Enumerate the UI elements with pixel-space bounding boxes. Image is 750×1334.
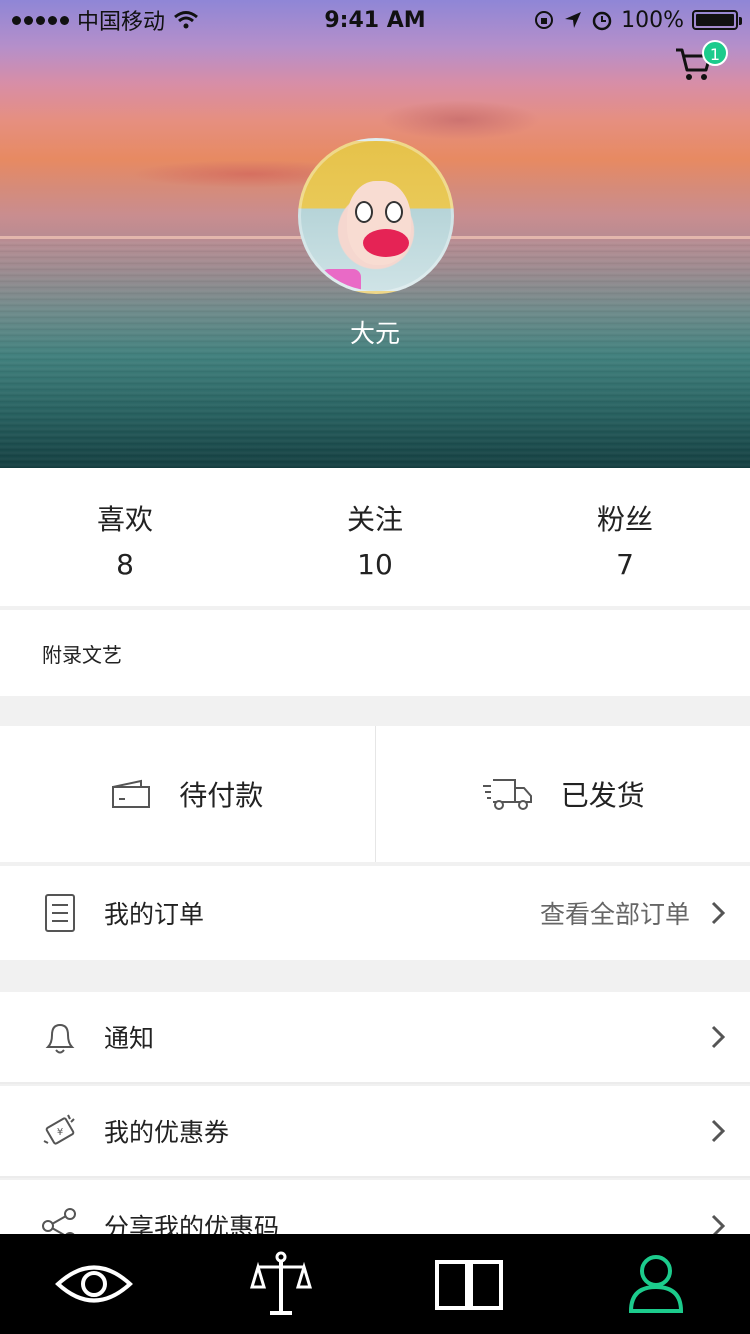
- coupon-icon: ¥: [40, 1111, 80, 1151]
- my-orders-label: 我的订单: [104, 900, 205, 929]
- order-status: 待付款 已发货: [0, 726, 750, 862]
- book-icon: [434, 1260, 503, 1310]
- carrier-label: 中国移动: [77, 10, 166, 35]
- notifications-row[interactable]: 通知: [0, 992, 750, 1084]
- battery-icon: [692, 10, 742, 30]
- cart-badge: 1: [702, 40, 728, 66]
- avatar[interactable]: [298, 138, 454, 294]
- status-left: 中国移动: [12, 4, 199, 36]
- chevron-right-icon: [711, 1025, 726, 1049]
- stat-label: 粉丝: [596, 503, 653, 536]
- location-icon: [565, 12, 582, 28]
- stat-fans[interactable]: 粉丝 7: [500, 468, 750, 606]
- status-right: 100%: [533, 7, 742, 33]
- status-bar: 中国移动 9:41 AM 100%: [0, 0, 750, 40]
- tab-compare[interactable]: [236, 1244, 326, 1324]
- stat-following[interactable]: 关注 10: [250, 468, 500, 606]
- avatar-mouth: [363, 229, 409, 257]
- tab-profile[interactable]: [611, 1244, 701, 1324]
- alarm-icon: [592, 11, 612, 31]
- stat-label: 关注: [346, 503, 403, 536]
- stat-value: 8: [116, 548, 134, 581]
- stat-value: 7: [616, 548, 634, 581]
- wifi-icon: [174, 11, 198, 29]
- username: 大元: [349, 319, 400, 348]
- profile-icon: [629, 1255, 684, 1313]
- order-list-icon: [40, 893, 80, 933]
- eye-icon: [54, 1265, 133, 1303]
- shipped-label: 已发货: [560, 779, 645, 812]
- wallet-icon: [112, 779, 151, 808]
- tab-bar: [0, 1234, 750, 1334]
- avatar-eye: [385, 201, 403, 223]
- svg-text:¥: ¥: [57, 1127, 63, 1138]
- scale-icon: [250, 1251, 313, 1315]
- view-all-orders-link[interactable]: 查看全部订单: [540, 895, 690, 931]
- signature-text: 附录文艺: [42, 642, 122, 667]
- cart-button[interactable]: 1: [674, 40, 728, 88]
- bell-icon: [40, 1017, 80, 1057]
- battery-percent: 100%: [621, 7, 684, 33]
- my-coupons-label: 我的优惠券: [104, 1118, 230, 1147]
- profile-signature: 附录文艺: [0, 610, 750, 696]
- avatar-eye: [355, 201, 373, 223]
- tab-discover[interactable]: [49, 1244, 139, 1324]
- stat-value: 10: [357, 548, 393, 581]
- signal-icon: [12, 15, 69, 25]
- pending-payment-button[interactable]: 待付款: [0, 726, 375, 862]
- my-coupons-row[interactable]: ¥ 我的优惠券: [0, 1086, 750, 1178]
- stat-label: 喜欢: [96, 503, 153, 536]
- stat-likes[interactable]: 喜欢 8: [0, 468, 250, 606]
- tab-library[interactable]: [424, 1244, 514, 1324]
- pending-payment-label: 待付款: [179, 779, 264, 812]
- chevron-right-icon: [711, 1119, 726, 1143]
- truck-icon: [482, 779, 532, 810]
- notifications-label: 通知: [104, 1024, 155, 1053]
- chevron-right-icon: [711, 901, 726, 925]
- cloud: [380, 100, 540, 140]
- my-orders-row[interactable]: 我的订单 查看全部订单: [0, 866, 750, 960]
- rotation-lock-icon: [535, 11, 554, 29]
- shipped-button[interactable]: 已发货: [376, 726, 750, 862]
- avatar-detail: [321, 269, 361, 291]
- profile-stats: 喜欢 8 关注 10 粉丝 7: [0, 468, 750, 606]
